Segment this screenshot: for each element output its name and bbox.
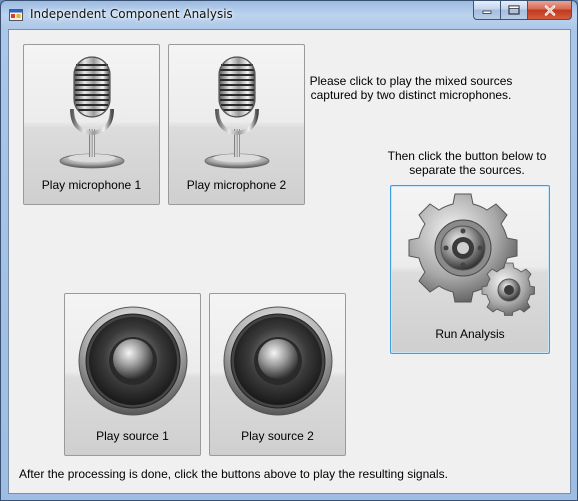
instruction-run-analysis-line-1: Then click the button below to [387,149,547,163]
minimize-button[interactable] [473,1,501,20]
speaker-icon [78,306,188,416]
maximize-icon [508,5,520,15]
play-source-1-label: Play source 1 [96,429,169,443]
title-bar[interactable]: Independent Component Analysis [1,1,577,29]
close-button[interactable] [528,1,572,20]
client-area: Play microphone 1 Play microphone 2 Plea… [8,29,571,494]
instruction-play-mixed-line-1: Please click to play the mixed sources [309,74,513,88]
app-window-icon [9,9,23,21]
instruction-play-results: After the processing is done, click the … [19,467,448,481]
play-source-2-button[interactable]: Play source 2 [209,293,346,456]
run-analysis-label: Run Analysis [435,327,505,341]
run-analysis-button[interactable]: Run Analysis [390,185,550,354]
speaker-icon [223,306,333,416]
instruction-run-analysis-line-2: separate the sources. [409,163,525,177]
instruction-play-mixed-line-2: captured by two distinct microphones. [310,88,512,102]
maximize-button[interactable] [501,1,528,20]
close-icon [544,4,555,16]
play-source-1-button[interactable]: Play source 1 [64,293,201,456]
play-microphone-2-button[interactable]: Play microphone 2 [168,44,305,205]
play-microphone-1-label: Play microphone 1 [41,178,142,192]
instruction-run-analysis: Then click the button below to separate … [381,149,553,177]
caption-buttons [473,1,572,20]
play-source-2-label: Play source 2 [241,429,314,443]
microphone-icon [204,56,270,169]
instruction-play-mixed: Please click to play the mixed sources c… [309,74,513,102]
play-microphone-2-label: Play microphone 2 [186,178,287,192]
gears-icon [408,193,535,316]
window-title: Independent Component Analysis [30,7,233,21]
minimize-icon [482,10,492,14]
microphone-icon [59,56,125,169]
play-microphone-1-button[interactable]: Play microphone 1 [23,44,160,205]
app-window: Independent Component Analysis Play micr… [0,0,578,501]
